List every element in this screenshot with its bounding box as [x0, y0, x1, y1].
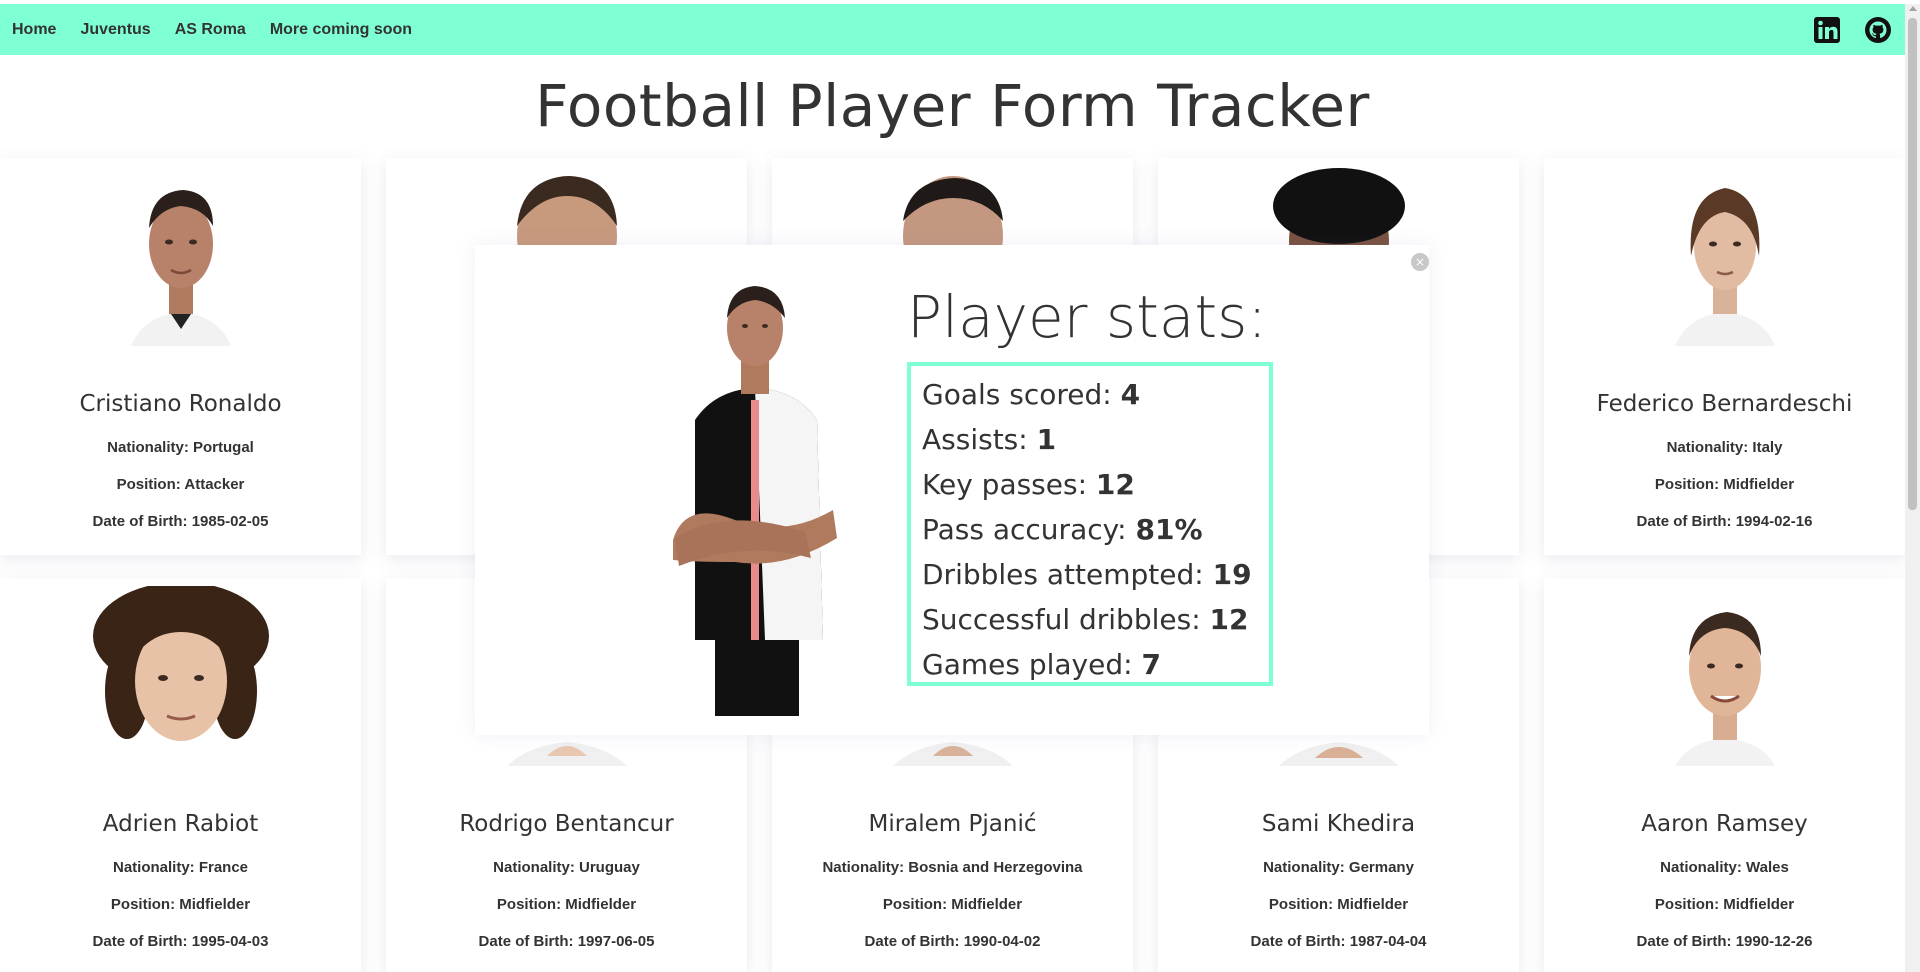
player-nationality: Nationality: Portugal: [107, 439, 254, 456]
player-nationality: Nationality: Bosnia and Herzegovina: [822, 859, 1083, 876]
close-icon[interactable]: ×: [1411, 253, 1429, 271]
player-stats-modal: × Player stats: Goals scored: 4 Assists:…: [475, 245, 1429, 735]
player-photo: [1634, 166, 1815, 346]
nav-as-roma-link[interactable]: AS Roma: [175, 21, 246, 39]
stat-games-played: Games played: 7: [922, 648, 1161, 681]
player-dob: Date of Birth: 1990-12-26: [1636, 933, 1813, 950]
page-title: Football Player Form Tracker: [535, 72, 1370, 140]
player-nationality: Nationality: France: [112, 859, 249, 876]
scroll-up-icon[interactable]: [1909, 6, 1917, 11]
player-card[interactable]: Federico Bernardeschi Nationality: Italy…: [1544, 158, 1905, 555]
player-dob: Date of Birth: 1995-04-03: [92, 933, 269, 950]
player-photo: [90, 586, 271, 766]
player-card[interactable]: Adrien Rabiot Nationality: France Positi…: [0, 578, 361, 972]
nav-juventus-link[interactable]: Juventus: [80, 21, 150, 39]
linkedin-icon[interactable]: [1813, 16, 1841, 44]
player-nationality: Nationality: Wales: [1660, 859, 1789, 876]
top-navbar: Home Juventus AS Roma More coming soon: [0, 4, 1905, 55]
player-dob: Date of Birth: 1985-02-05: [92, 513, 269, 530]
player-position: Position: Midfielder: [882, 896, 1023, 913]
stat-goals: Goals scored: 4: [922, 378, 1141, 411]
player-photo: [90, 166, 271, 346]
nav-home-link[interactable]: Home: [12, 21, 56, 39]
stat-dribbles-attempted: Dribbles attempted: 19: [922, 558, 1252, 591]
player-position: Position: Midfielder: [1654, 896, 1795, 913]
player-name: Federico Bernardeschi: [1596, 391, 1853, 417]
github-icon[interactable]: [1864, 16, 1892, 44]
scrollbar-thumb[interactable]: [1908, 18, 1917, 510]
player-position: Position: Attacker: [116, 476, 245, 493]
player-nationality: Nationality: Italy: [1666, 439, 1783, 456]
player-position: Position: Midfielder: [110, 896, 251, 913]
vertical-scrollbar[interactable]: [1905, 4, 1920, 972]
stat-key-passes: Key passes: 12: [922, 468, 1135, 501]
player-position: Position: Midfielder: [496, 896, 637, 913]
player-name: Miralem Pjanić: [868, 811, 1037, 837]
player-name: Cristiano Ronaldo: [79, 391, 282, 417]
player-nationality: Nationality: Germany: [1263, 859, 1414, 876]
stat-assists: Assists: 1: [922, 423, 1057, 456]
player-dob: Date of Birth: 1990-04-02: [864, 933, 1041, 950]
player-photo: [1634, 586, 1815, 766]
stat-successful-dribbles: Successful dribbles: 12: [922, 603, 1249, 636]
player-position: Position: Midfielder: [1268, 896, 1409, 913]
player-full-photo: [655, 270, 855, 716]
player-name: Aaron Ramsey: [1641, 811, 1808, 837]
stats-title: Player stats:: [907, 283, 1267, 351]
player-name: Sami Khedira: [1261, 811, 1416, 837]
player-nationality: Nationality: Uruguay: [493, 859, 640, 876]
player-name: Adrien Rabiot: [102, 811, 259, 837]
player-dob: Date of Birth: 1997-06-05: [478, 933, 655, 950]
stats-box: Goals scored: 4 Assists: 1 Key passes: 1…: [907, 362, 1273, 686]
stat-pass-accuracy: Pass accuracy: 81%: [922, 513, 1203, 546]
player-name: Rodrigo Bentancur: [459, 811, 674, 837]
nav-more-coming-soon-link[interactable]: More coming soon: [270, 21, 412, 39]
player-dob: Date of Birth: 1994-02-16: [1636, 513, 1813, 530]
player-card[interactable]: Aaron Ramsey Nationality: Wales Position…: [1544, 578, 1905, 972]
player-card[interactable]: Cristiano Ronaldo Nationality: Portugal …: [0, 158, 361, 555]
player-position: Position: Midfielder: [1654, 476, 1795, 493]
player-dob: Date of Birth: 1987-04-04: [1250, 933, 1427, 950]
